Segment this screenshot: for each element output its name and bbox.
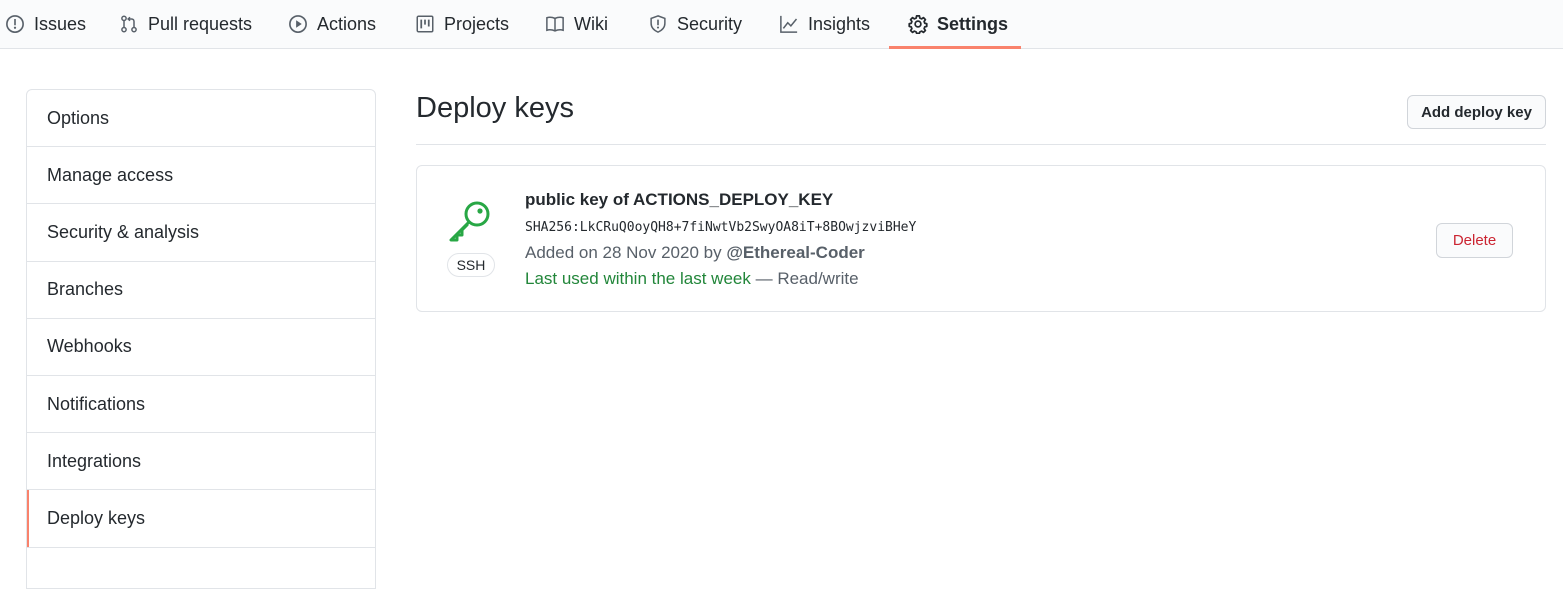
play-icon xyxy=(288,14,308,34)
sidebar-item-label: Notifications xyxy=(47,393,146,414)
sidebar-item-branches[interactable]: Branches xyxy=(27,262,375,319)
add-deploy-key-button[interactable]: Add deploy key xyxy=(1407,95,1546,129)
tab-settings[interactable]: Settings xyxy=(908,0,1008,48)
key-last-used: Last used within the last week — Read/wr… xyxy=(525,269,859,289)
git-pull-request-icon xyxy=(119,14,139,34)
settings-sidebar: Options Manage access Security & analysi… xyxy=(26,89,376,589)
book-icon xyxy=(545,14,565,34)
repo-nav: Issues Pull requests Actions Projects Wi… xyxy=(0,0,1563,49)
project-icon xyxy=(415,14,435,34)
key-last-used-text: Last used within the last week xyxy=(525,269,751,288)
tab-label: Security xyxy=(677,13,743,34)
sidebar-item-label: Manage access xyxy=(47,164,174,185)
key-added-info: Added on 28 Nov 2020 by @Ethereal-Coder xyxy=(525,243,865,263)
sidebar-item-notifications[interactable]: Notifications xyxy=(27,376,375,434)
tab-actions[interactable]: Actions xyxy=(288,0,376,48)
tab-pull-requests[interactable]: Pull requests xyxy=(119,0,252,48)
key-access-level: — Read/write xyxy=(755,269,859,288)
tab-label: Settings xyxy=(937,13,1009,34)
key-added-date: Added on 28 Nov 2020 by xyxy=(525,243,722,262)
gear-icon xyxy=(908,14,928,34)
sidebar-item-label: Security & analysis xyxy=(47,221,200,242)
delete-key-button[interactable]: Delete xyxy=(1436,223,1513,258)
key-fingerprint: SHA256:LkCRuQ0oyQH8+7fiNwtVb2SwyOA8iT+8B… xyxy=(525,220,917,235)
tab-security[interactable]: Security xyxy=(648,0,742,48)
key-added-by-user[interactable]: @Ethereal-Coder xyxy=(726,243,864,262)
tab-label: Wiki xyxy=(574,13,608,34)
selected-tab-indicator xyxy=(889,46,1021,49)
tab-projects[interactable]: Projects xyxy=(415,0,509,48)
tab-issues[interactable]: Issues xyxy=(5,0,86,48)
sidebar-item-label: Deploy keys xyxy=(47,507,146,528)
tab-label: Issues xyxy=(34,13,87,34)
issue-opened-icon xyxy=(5,14,25,34)
tab-label: Insights xyxy=(808,13,871,34)
deploy-key-item: SSH public key of ACTIONS_DEPLOY_KEY SHA… xyxy=(416,165,1546,312)
shield-icon xyxy=(648,14,668,34)
tab-label: Projects xyxy=(444,13,510,34)
sidebar-item-security-analysis[interactable]: Security & analysis xyxy=(27,204,375,262)
key-title: public key of ACTIONS_DEPLOY_KEY xyxy=(525,190,834,209)
tab-wiki[interactable]: Wiki xyxy=(545,0,608,48)
sidebar-item-deploy-keys[interactable]: Deploy keys xyxy=(27,490,375,548)
sidebar-item-label: Branches xyxy=(47,279,124,300)
sidebar-item-label: Webhooks xyxy=(47,336,132,357)
sidebar-item-label: Options xyxy=(47,107,110,128)
sidebar-item-options[interactable]: Options xyxy=(27,90,375,148)
key-type-badge: SSH xyxy=(447,253,495,277)
page-title: Deploy keys xyxy=(416,92,574,124)
graph-icon xyxy=(779,14,799,34)
sidebar-item-integrations[interactable]: Integrations xyxy=(27,433,375,491)
sidebar-item-label: Integrations xyxy=(47,450,142,471)
sidebar-item-webhooks[interactable]: Webhooks xyxy=(27,319,375,376)
sidebar-item-manage-access[interactable]: Manage access xyxy=(27,147,375,205)
title-divider xyxy=(416,144,1546,145)
tab-insights[interactable]: Insights xyxy=(779,0,870,48)
tab-label: Pull requests xyxy=(148,13,253,34)
key-icon xyxy=(447,200,493,244)
tab-label: Actions xyxy=(317,13,377,34)
